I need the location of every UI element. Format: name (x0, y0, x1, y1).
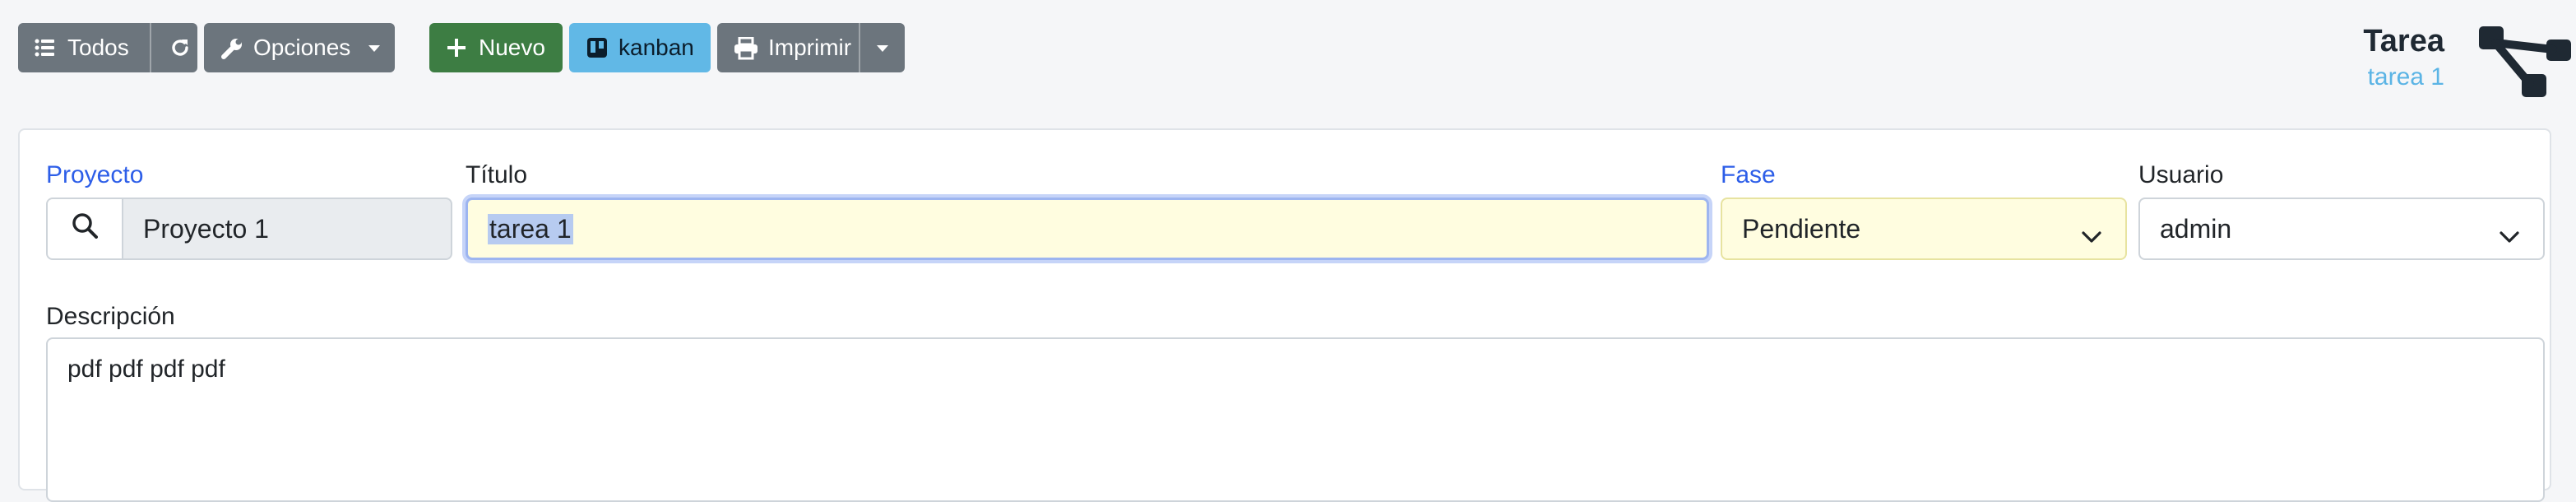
plus-icon (447, 39, 466, 57)
usuario-value: admin (2160, 213, 2232, 244)
button-divider (859, 23, 860, 72)
todos-button[interactable]: Todos (18, 23, 197, 72)
form-panel: Proyecto Proyecto 1 Título tarea 1 Fase … (18, 128, 2551, 502)
fase-label: Fase (1721, 161, 1776, 188)
nuevo-label: Nuevo (479, 35, 545, 60)
titulo-input[interactable]: tarea 1 (466, 198, 1709, 260)
fase-value: Pendiente (1742, 213, 1861, 244)
opciones-label: Opciones (253, 35, 351, 60)
page-title: Tarea (2363, 24, 2444, 58)
page-header: Tarea tarea 1 (2363, 21, 2444, 94)
proyecto-field[interactable]: Proyecto 1 (46, 198, 452, 260)
titulo-value: tarea 1 (488, 213, 573, 244)
list-icon (35, 38, 54, 58)
wrench-icon (220, 37, 243, 60)
descripcion-label: Descripción (46, 303, 175, 330)
chevron-down-icon (2081, 221, 2102, 251)
search-icon (72, 212, 98, 245)
kanban-label: kanban (619, 35, 694, 60)
proyecto-value: Proyecto 1 (143, 213, 269, 244)
refresh-icon[interactable] (169, 37, 191, 58)
nuevo-button[interactable]: Nuevo (429, 23, 563, 72)
chevron-down-icon[interactable] (877, 45, 888, 52)
usuario-select[interactable]: admin (2138, 198, 2545, 260)
usuario-label: Usuario (2138, 161, 2224, 188)
opciones-button[interactable]: Opciones (204, 23, 395, 72)
page-subtitle: tarea 1 (2367, 63, 2444, 91)
chevron-down-icon (368, 45, 380, 52)
sitemap-logo-icon (2479, 26, 2571, 101)
fase-select[interactable]: Pendiente (1721, 198, 2127, 260)
proyecto-label: Proyecto (46, 161, 144, 188)
todos-label: Todos (67, 35, 129, 60)
descripcion-textarea[interactable]: pdf pdf pdf pdf (46, 337, 2545, 502)
trello-icon (587, 38, 607, 58)
imprimir-button[interactable]: Imprimir (717, 23, 905, 72)
titulo-label: Título (466, 161, 528, 188)
button-divider (150, 23, 151, 72)
imprimir-label: Imprimir (768, 35, 852, 60)
printer-icon (734, 37, 758, 60)
kanban-button[interactable]: kanban (569, 23, 711, 72)
descripcion-value: pdf pdf pdf pdf (67, 356, 225, 383)
chevron-down-icon (2499, 221, 2520, 251)
proyecto-search-button[interactable] (48, 199, 123, 258)
